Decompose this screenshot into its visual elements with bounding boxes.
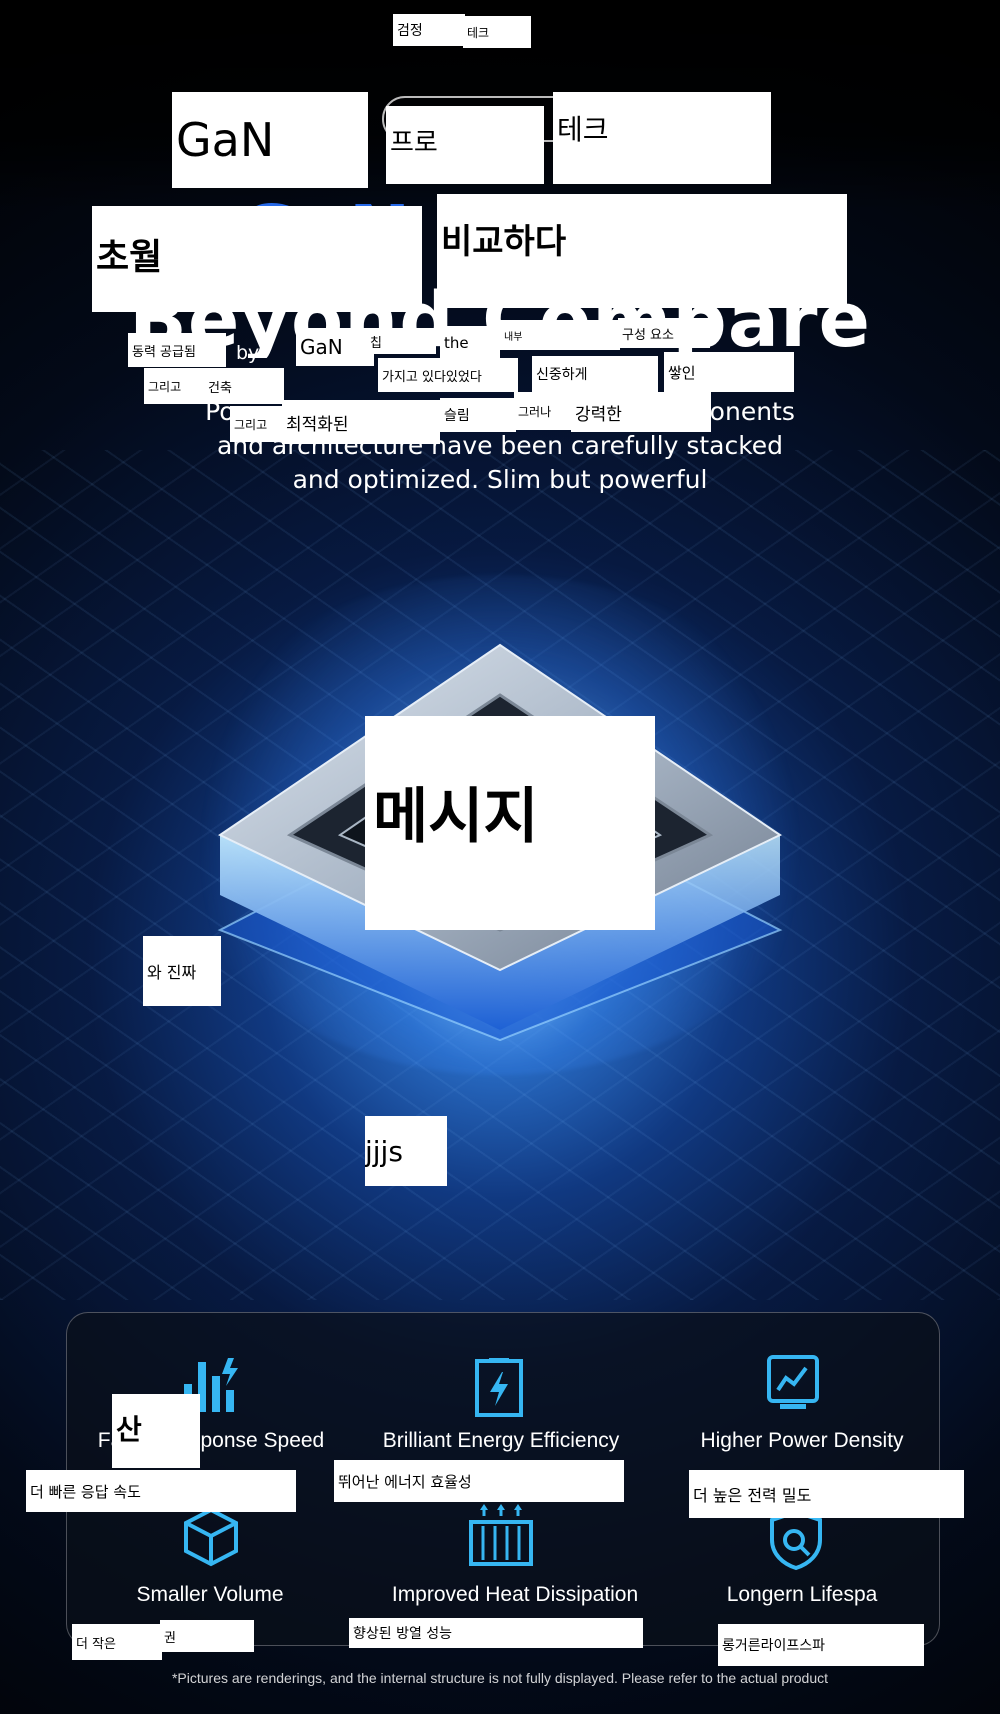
intro-word-have-been: 가지고 있다있었다 bbox=[378, 358, 518, 392]
feature-3-caption: 더 높은 전력 밀도 bbox=[689, 1470, 964, 1518]
feature-4-caption-extra: 권 bbox=[160, 1620, 254, 1652]
jjjs-label: jjjs bbox=[365, 1116, 447, 1186]
line-chart-icon bbox=[767, 1355, 819, 1409]
intro-word-architecture: 건축 bbox=[204, 368, 284, 404]
intro-word-chip: 칩 bbox=[366, 328, 436, 354]
really-label: 와 진짜 bbox=[143, 936, 221, 1006]
heat-sink-icon bbox=[469, 1504, 533, 1566]
intro-word-but: 그러나 bbox=[514, 392, 572, 430]
intro-word-by: by bbox=[236, 342, 260, 364]
message-label: 메시지 bbox=[365, 716, 655, 930]
lightning-battery-icon bbox=[475, 1358, 523, 1417]
tech-label: 테크 bbox=[553, 92, 771, 184]
intro-word-stacked: 쌓인 bbox=[664, 352, 794, 392]
feature-title-2: Brilliant Energy Efficiency bbox=[382, 1429, 620, 1452]
intro-line-3: and optimized. Slim but powerful bbox=[292, 465, 708, 494]
intro-word-power-supply: 동력 공급됨 bbox=[128, 333, 226, 367]
feature-title-5: Improved Heat Dissipation bbox=[391, 1583, 639, 1606]
feature-title-3: Higher Power Density bbox=[700, 1429, 904, 1452]
intro-word-gan: GaN bbox=[296, 328, 374, 366]
intro-word-and-1: 그리고 bbox=[144, 368, 204, 404]
feature-1-title-overlay: 산 bbox=[112, 1394, 200, 1468]
intro-word-carefully: 신중하게 bbox=[532, 356, 658, 392]
intro-word-internal: 내부 bbox=[500, 320, 620, 350]
feature-6-caption: 롱거른라이프스파 bbox=[718, 1624, 924, 1666]
feature-5-caption: 향상된 방열 성능 bbox=[349, 1618, 643, 1648]
feature-4-caption: 더 작은 bbox=[72, 1624, 162, 1660]
feature-2-caption: 뛰어난 에너지 효율성 bbox=[334, 1460, 624, 1502]
intro-word-the: the bbox=[440, 326, 500, 360]
top-label-1: 검정 bbox=[393, 14, 465, 46]
compare-label: 비교하다 bbox=[437, 194, 847, 308]
pro-label: 프로 bbox=[386, 106, 544, 184]
intro-word-slim: 슬림 bbox=[440, 398, 516, 432]
intro-word-components: 구성 요소 bbox=[618, 318, 710, 348]
footnote: *Pictures are renderings, and the intern… bbox=[171, 1670, 829, 1686]
intro-word-optimized: 최적화된 bbox=[282, 400, 440, 444]
top-label-2: 테크 bbox=[463, 16, 531, 48]
gan-label: GaN bbox=[172, 92, 368, 188]
feature-title-4: Smaller Volume bbox=[136, 1583, 284, 1606]
ultra-label: 초월 bbox=[92, 206, 422, 312]
cube-icon bbox=[184, 1507, 238, 1567]
intro-word-and-2: 그리고 bbox=[230, 406, 288, 442]
product-page: GaN Beyond Compare Powered by GaN chip, … bbox=[0, 0, 1000, 1714]
feature-1-caption: 더 빠른 응답 속도 bbox=[26, 1470, 296, 1512]
feature-title-6: Longern Lifespa bbox=[726, 1583, 878, 1606]
intro-word-powerful: 강력한 bbox=[571, 392, 711, 432]
